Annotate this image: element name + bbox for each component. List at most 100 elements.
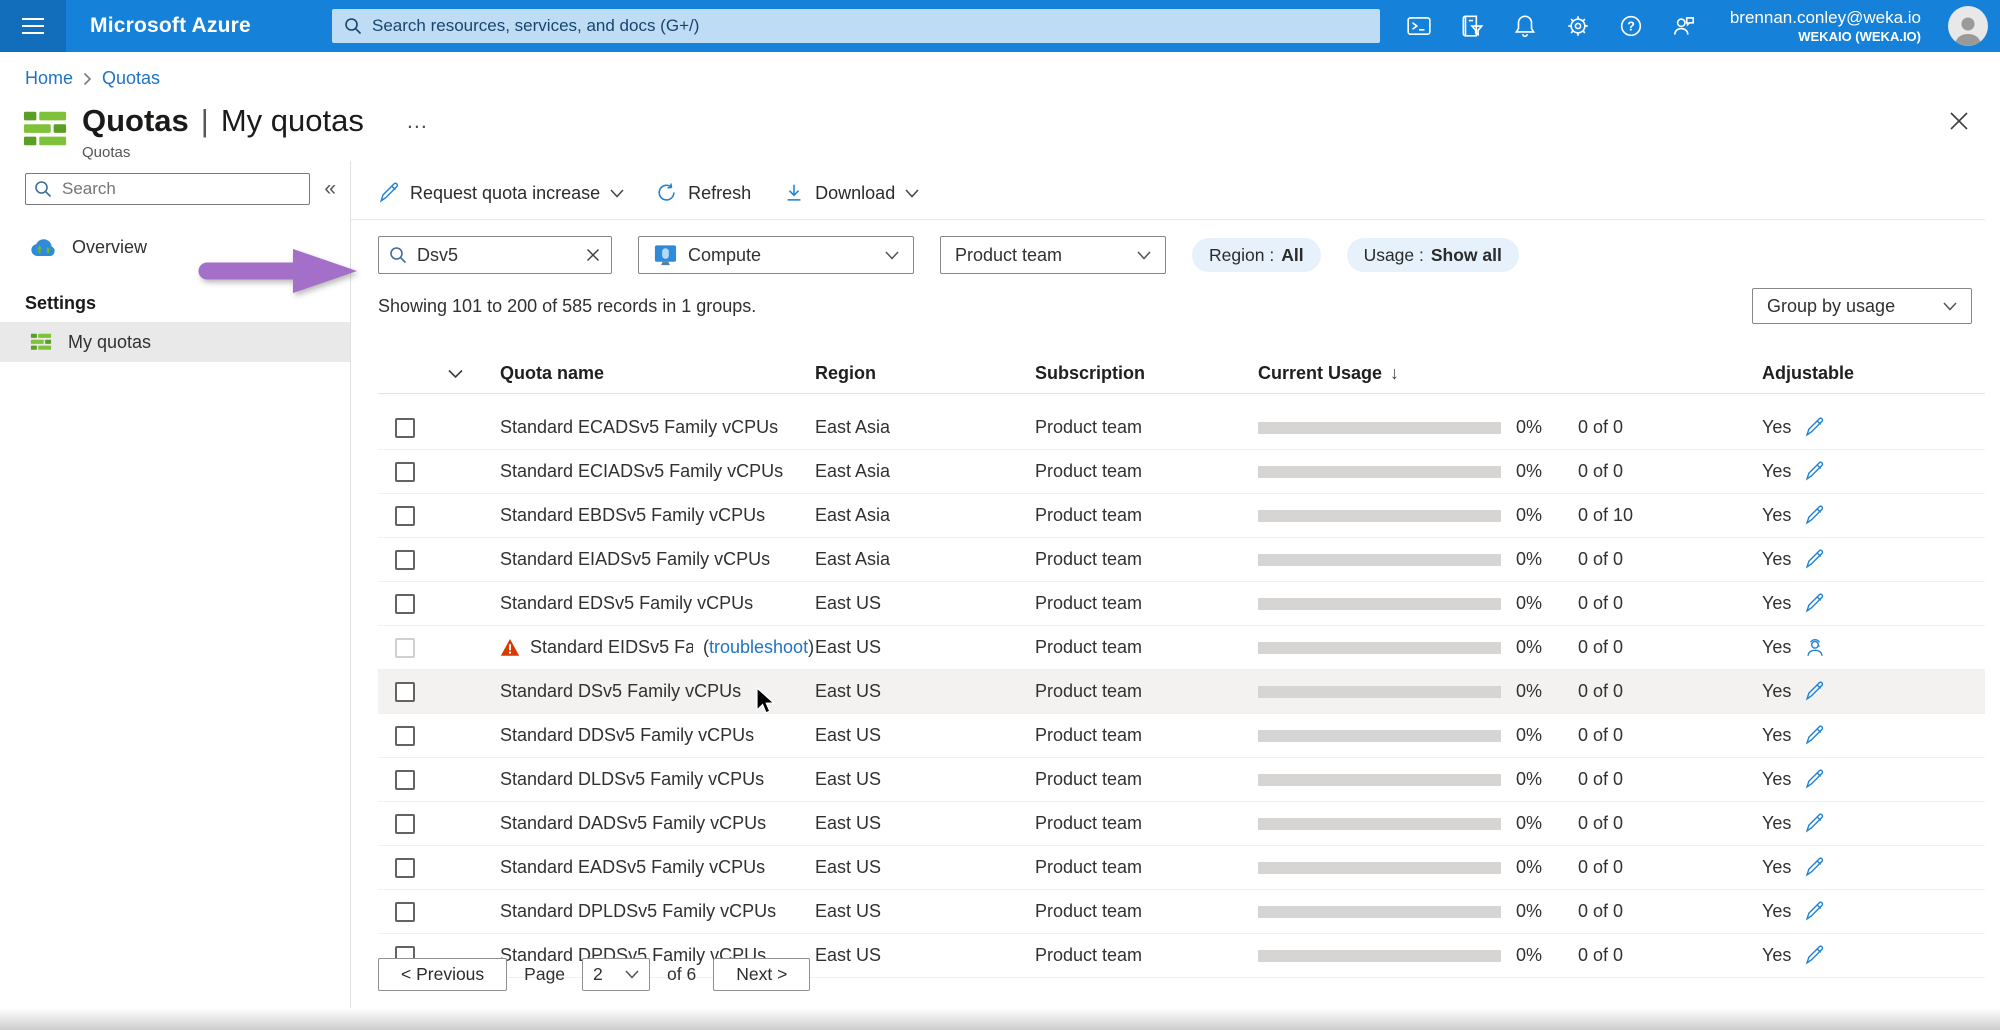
- breadcrumb-current-link[interactable]: Quotas: [102, 68, 160, 89]
- edit-pencil-icon[interactable]: [1804, 945, 1985, 966]
- group-by-dropdown[interactable]: Group by usage: [1752, 288, 1972, 324]
- row-checkbox[interactable]: [395, 769, 415, 790]
- group-collapse-chevron-icon[interactable]: [448, 369, 463, 379]
- table-row[interactable]: Standard DLDSv5 Family vCPUs East US Produ…: [378, 758, 1985, 802]
- adjustable-value: Yes: [1762, 901, 1792, 921]
- row-checkbox[interactable]: [395, 549, 415, 570]
- breadcrumb-home-link[interactable]: Home: [25, 68, 73, 89]
- directory-filter-icon[interactable]: [1459, 13, 1485, 39]
- row-checkbox[interactable]: [395, 813, 415, 834]
- table-row[interactable]: Standard EIADSv5 Family vCPUs East Asia Pr…: [378, 538, 1985, 582]
- page-number-select[interactable]: 2: [582, 958, 651, 991]
- region-cell: East Asia: [815, 505, 891, 525]
- usage-count: 0 of 10: [1578, 505, 1634, 525]
- column-current-usage[interactable]: Current Usage ↓: [1258, 363, 1516, 384]
- account-info[interactable]: brennan.conley@weka.io WEKAIO (WEKA.IO): [1730, 7, 1921, 45]
- edit-pencil-icon[interactable]: [1804, 505, 1985, 526]
- row-checkbox[interactable]: [395, 901, 415, 922]
- region-cell: East US: [815, 769, 882, 789]
- portal-menu-icon[interactable]: [0, 0, 66, 52]
- usage-filter-pill[interactable]: Usage : Show all: [1346, 238, 1519, 272]
- sidebar-collapse-button[interactable]: «: [324, 177, 336, 201]
- edit-pencil-icon[interactable]: [1804, 593, 1985, 614]
- support-request-icon[interactable]: [1804, 637, 1985, 659]
- chevron-down-icon: [610, 188, 624, 198]
- table-row[interactable]: Standard EIDSv5 Family vCPUs(troubleshoo…: [378, 626, 1985, 670]
- row-checkbox[interactable]: [395, 637, 415, 658]
- clear-icon[interactable]: [585, 247, 601, 263]
- notifications-bell-icon[interactable]: [1512, 13, 1538, 39]
- page-subtitle: Quotas: [82, 144, 131, 161]
- usage-bar: [1258, 597, 1501, 610]
- avatar[interactable]: [1948, 6, 1988, 46]
- refresh-button[interactable]: Refresh: [656, 182, 751, 204]
- usage-percent: 0%: [1516, 725, 1543, 745]
- row-checkbox[interactable]: [395, 681, 415, 702]
- global-search-input[interactable]: Search resources, services, and docs (G+…: [332, 9, 1380, 43]
- close-icon[interactable]: [1946, 108, 1972, 134]
- row-checkbox[interactable]: [395, 505, 415, 526]
- quotas-icon: [22, 106, 68, 152]
- column-region[interactable]: Region: [815, 363, 1035, 384]
- column-quota-name[interactable]: Quota name: [500, 363, 815, 384]
- usage-count: 0 of 0: [1578, 725, 1624, 745]
- request-quota-increase-button[interactable]: Request quota increase: [378, 182, 624, 204]
- cloud-shell-icon[interactable]: [1406, 13, 1432, 39]
- table-row[interactable]: Standard ECIADSv5 Family vCPUs East Asia P…: [378, 450, 1985, 494]
- edit-pencil-icon[interactable]: [1804, 549, 1985, 570]
- help-icon[interactable]: ?: [1618, 13, 1644, 39]
- pagination: < Previous Page 2 of 6 Next >: [378, 958, 811, 991]
- page-title-primary: Quotas: [82, 103, 189, 138]
- filter-bar: Compute Product team Region :All Usage :…: [378, 236, 2000, 274]
- edit-pencil-icon[interactable]: [1804, 417, 1985, 438]
- adjustable-value: Yes: [1762, 505, 1792, 525]
- download-button[interactable]: Download: [783, 182, 919, 204]
- records-summary: Showing 101 to 200 of 585 records in 1 g…: [378, 295, 757, 316]
- edit-pencil-icon[interactable]: [1804, 681, 1985, 702]
- table-row[interactable]: Standard DDSv5 Family vCPUs East US Produc…: [378, 714, 1985, 758]
- service-dropdown[interactable]: Compute: [638, 236, 914, 274]
- global-search-placeholder: Search resources, services, and docs (G+…: [372, 16, 700, 35]
- subscription-dropdown[interactable]: Product team: [940, 236, 1166, 274]
- table-row[interactable]: Standard EADSv5 Family vCPUs East US Produ…: [378, 846, 1985, 890]
- edit-pencil-icon[interactable]: [1804, 901, 1985, 922]
- column-subscription[interactable]: Subscription: [1035, 363, 1258, 384]
- row-checkbox[interactable]: [395, 725, 415, 746]
- refresh-icon: [656, 182, 678, 204]
- region-cell: East US: [815, 857, 882, 877]
- row-checkbox[interactable]: [395, 417, 415, 438]
- edit-pencil-icon[interactable]: [1804, 461, 1985, 482]
- adjustable-value: Yes: [1762, 417, 1792, 437]
- usage-count: 0 of 0: [1578, 549, 1624, 569]
- settings-gear-icon[interactable]: [1565, 13, 1591, 39]
- sidebar-item-my-quotas[interactable]: My quotas: [0, 322, 350, 362]
- next-page-button[interactable]: Next >: [713, 958, 811, 991]
- previous-page-button[interactable]: < Previous: [378, 958, 508, 991]
- table-row[interactable]: Standard EDSv5 Family vCPUs East US Produc…: [378, 582, 1985, 626]
- column-adjustable[interactable]: Adjustable: [1762, 363, 1854, 384]
- more-options-button[interactable]: …: [406, 110, 430, 132]
- troubleshoot-link[interactable]: troubleshoot: [709, 637, 808, 657]
- subscription-cell: Product team: [1035, 505, 1143, 525]
- row-checkbox[interactable]: [395, 461, 415, 482]
- region-filter-pill[interactable]: Region : All: [1192, 238, 1321, 272]
- divider: [351, 219, 1985, 220]
- table-row[interactable]: Standard DSv5 Family vCPUs East US Product…: [378, 670, 1985, 714]
- quota-search-box[interactable]: [378, 236, 612, 274]
- quota-search-input[interactable]: [417, 244, 575, 266]
- region-cell: East Asia: [815, 417, 891, 437]
- edit-pencil-icon[interactable]: [1804, 769, 1985, 790]
- page-number-value: 2: [593, 964, 603, 984]
- feedback-icon[interactable]: [1671, 13, 1697, 39]
- edit-pencil-icon[interactable]: [1804, 813, 1985, 834]
- edit-pencil-icon[interactable]: [1804, 725, 1985, 746]
- table-row[interactable]: Standard EBDSv5 Family vCPUs East Asia Pro…: [378, 494, 1985, 538]
- usage-count: 0 of 0: [1578, 637, 1624, 657]
- table-row[interactable]: Standard DADSv5 Family vCPUs East US Produ…: [378, 802, 1985, 846]
- edit-pencil-icon[interactable]: [1804, 857, 1985, 878]
- table-row[interactable]: Standard ECADSv5 Family vCPUs East Asia Pr…: [378, 406, 1985, 450]
- row-checkbox[interactable]: [395, 857, 415, 878]
- table-row[interactable]: Standard DPLDSv5 Family vCPUs East US Prod…: [378, 890, 1985, 934]
- sidebar-search-input[interactable]: [25, 173, 311, 205]
- row-checkbox[interactable]: [395, 593, 415, 614]
